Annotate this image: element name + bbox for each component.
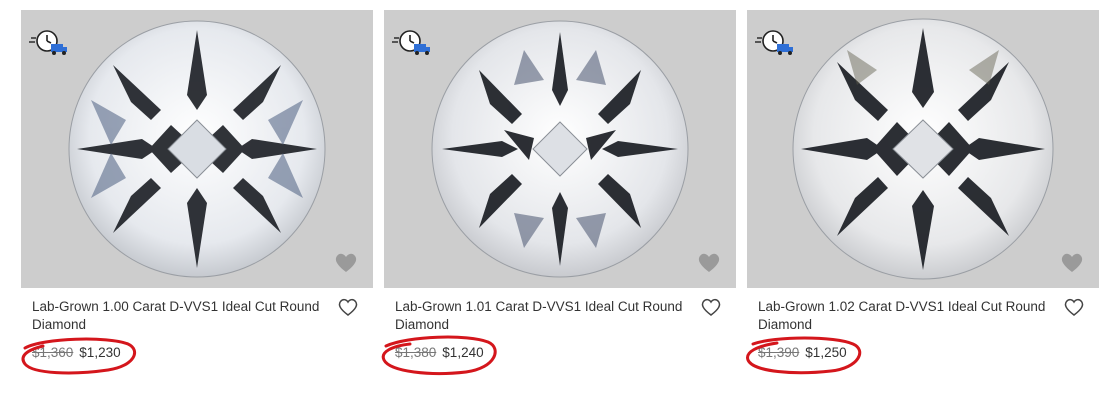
original-price: $1,390 <box>758 345 800 360</box>
heart-watermark-icon <box>1061 253 1083 272</box>
original-price: $1,380 <box>395 345 437 360</box>
heart-watermark-icon <box>335 253 357 272</box>
sale-price: $1,250 <box>805 345 847 360</box>
product-card[interactable]: Lab-Grown 1.02 Carat D-VVS1 Ideal Cut Ro… <box>746 10 1099 396</box>
product-title[interactable]: Lab-Grown 1.00 Carat D-VVS1 Ideal Cut Ro… <box>32 298 327 334</box>
product-card[interactable]: Lab-Grown 1.00 Carat D-VVS1 Ideal Cut Ro… <box>21 10 373 396</box>
price-row: $1,390 $1,250 <box>758 344 847 362</box>
heart-watermark-icon <box>698 253 720 272</box>
price-row: $1,360 $1,230 <box>32 344 121 362</box>
diamond-image <box>431 20 689 278</box>
product-image[interactable] <box>747 10 1099 288</box>
sale-price: $1,240 <box>442 345 484 360</box>
heart-outline-icon[interactable] <box>700 297 722 317</box>
fast-shipping-truck-icon[interactable] <box>29 28 69 58</box>
product-title[interactable]: Lab-Grown 1.01 Carat D-VVS1 Ideal Cut Ro… <box>395 298 690 334</box>
fast-shipping-truck-icon[interactable] <box>755 28 795 58</box>
product-image[interactable] <box>384 10 736 288</box>
product-title[interactable]: Lab-Grown 1.02 Carat D-VVS1 Ideal Cut Ro… <box>758 298 1053 334</box>
sale-price: $1,230 <box>79 345 121 360</box>
diamond-image <box>68 20 326 278</box>
heart-outline-icon[interactable] <box>1063 297 1085 317</box>
price-row: $1,380 $1,240 <box>395 344 484 362</box>
diamond-image <box>792 18 1054 280</box>
product-image[interactable] <box>21 10 373 288</box>
product-card[interactable]: Lab-Grown 1.01 Carat D-VVS1 Ideal Cut Ro… <box>381 10 736 396</box>
fast-shipping-truck-icon[interactable] <box>392 28 432 58</box>
original-price: $1,360 <box>32 345 74 360</box>
heart-outline-icon[interactable] <box>337 297 359 317</box>
